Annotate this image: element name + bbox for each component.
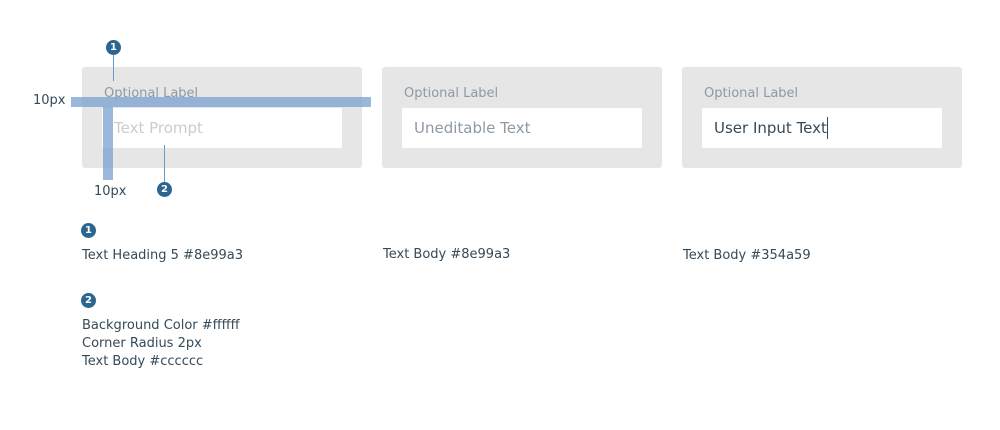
spec-note-panel-3: Text Body #354a59 [683, 248, 811, 263]
callout-1-leader [113, 55, 114, 81]
optional-label: Optional Label [404, 86, 499, 101]
user-input-text-value: User Input Text [714, 119, 827, 137]
spec-note-2-line: Text Body #cccccc [82, 354, 204, 369]
spec-badge-2: 2 [81, 293, 96, 308]
text-field-panel-prompt: Optional Label Text Prompt [82, 67, 362, 168]
vertical-spacing-guide [103, 107, 113, 180]
text-prompt-placeholder: Text Prompt [114, 119, 203, 137]
spec-note-2: Background Color #ffffff Corner Radius 2… [82, 317, 240, 371]
text-prompt-field[interactable]: Text Prompt [102, 108, 342, 148]
uneditable-text-value: Uneditable Text [414, 119, 531, 137]
spec-note-2-line: Corner Radius 2px [82, 336, 202, 351]
text-field-panel-user-input: Optional Label User Input Text [682, 67, 962, 168]
spec-note-2-line: Background Color #ffffff [82, 318, 240, 333]
optional-label: Optional Label [704, 86, 799, 101]
spec-note-panel-2: Text Body #8e99a3 [383, 247, 511, 262]
callout-badge-2: 2 [157, 182, 172, 197]
vertical-spacing-measure: 10px [94, 184, 127, 199]
uneditable-text-field: Uneditable Text [402, 108, 642, 148]
horizontal-spacing-guide [71, 97, 371, 107]
callout-2-leader [164, 145, 165, 183]
text-cursor-icon [826, 116, 828, 139]
user-input-text-field[interactable]: User Input Text [702, 108, 942, 148]
text-field-panel-uneditable: Optional Label Uneditable Text [382, 67, 662, 168]
spec-badge-1: 1 [81, 223, 96, 238]
spec-note-1: Text Heading 5 #8e99a3 [82, 248, 243, 263]
callout-badge-1: 1 [106, 40, 121, 55]
horizontal-spacing-measure: 10px [33, 93, 66, 108]
